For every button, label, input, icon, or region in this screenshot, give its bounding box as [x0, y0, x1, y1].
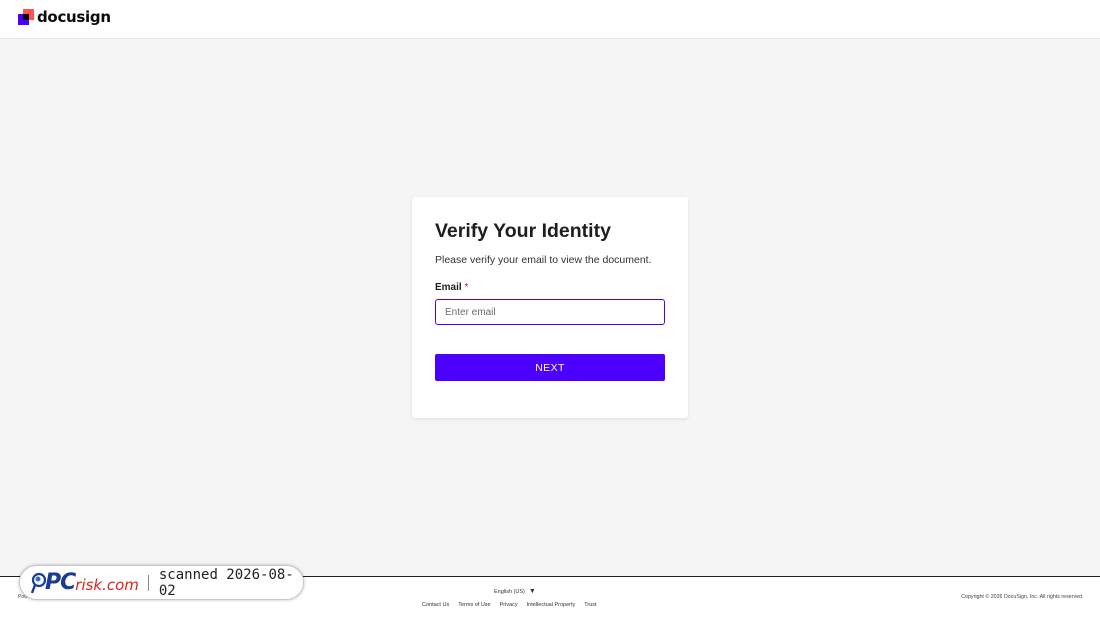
verify-card: Verify Your Identity Please verify your … — [412, 197, 688, 418]
pcrisk-brand-risk: risk.com — [75, 575, 139, 594]
email-label: Email * — [435, 282, 468, 293]
footer-links: Contact Us Terms of Use Privacy Intellec… — [422, 602, 597, 608]
scan-date-text: scanned 2026-08-02 — [158, 566, 294, 599]
pcrisk-logo: PC risk.com — [31, 570, 139, 595]
logo-text: docusign — [37, 8, 111, 26]
footer-link-trust[interactable]: Trust — [584, 602, 596, 608]
page-title: Verify Your Identity — [435, 220, 611, 242]
pcrisk-watermark: PC risk.com scanned 2026-08-02 — [19, 565, 304, 600]
footer-link-contact[interactable]: Contact Us — [422, 602, 449, 608]
footer-link-terms[interactable]: Terms of Use — [458, 602, 490, 608]
docusign-logo[interactable]: docusign — [18, 8, 111, 26]
pcrisk-brand-pc: PC — [45, 570, 76, 595]
instructions-text: Please verify your email to view the doc… — [435, 254, 652, 266]
watermark-divider — [147, 574, 149, 591]
caret-down-icon: ▼ — [528, 588, 536, 595]
top-bar: docusign — [0, 0, 1100, 39]
language-label: English (US) — [494, 588, 525, 595]
language-selector[interactable]: English (US) ▼ — [494, 588, 536, 595]
email-field[interactable] — [435, 299, 665, 325]
footer-link-privacy[interactable]: Privacy — [500, 602, 518, 608]
required-marker: * — [464, 282, 469, 293]
footer-link-ip[interactable]: Intellectual Property — [527, 602, 576, 608]
email-label-text: Email — [435, 282, 462, 293]
docusign-logo-icon — [18, 9, 34, 25]
copyright-text: Copyright © 2026 DocuSign, Inc. All righ… — [961, 594, 1082, 600]
next-button[interactable]: NEXT — [435, 354, 665, 381]
